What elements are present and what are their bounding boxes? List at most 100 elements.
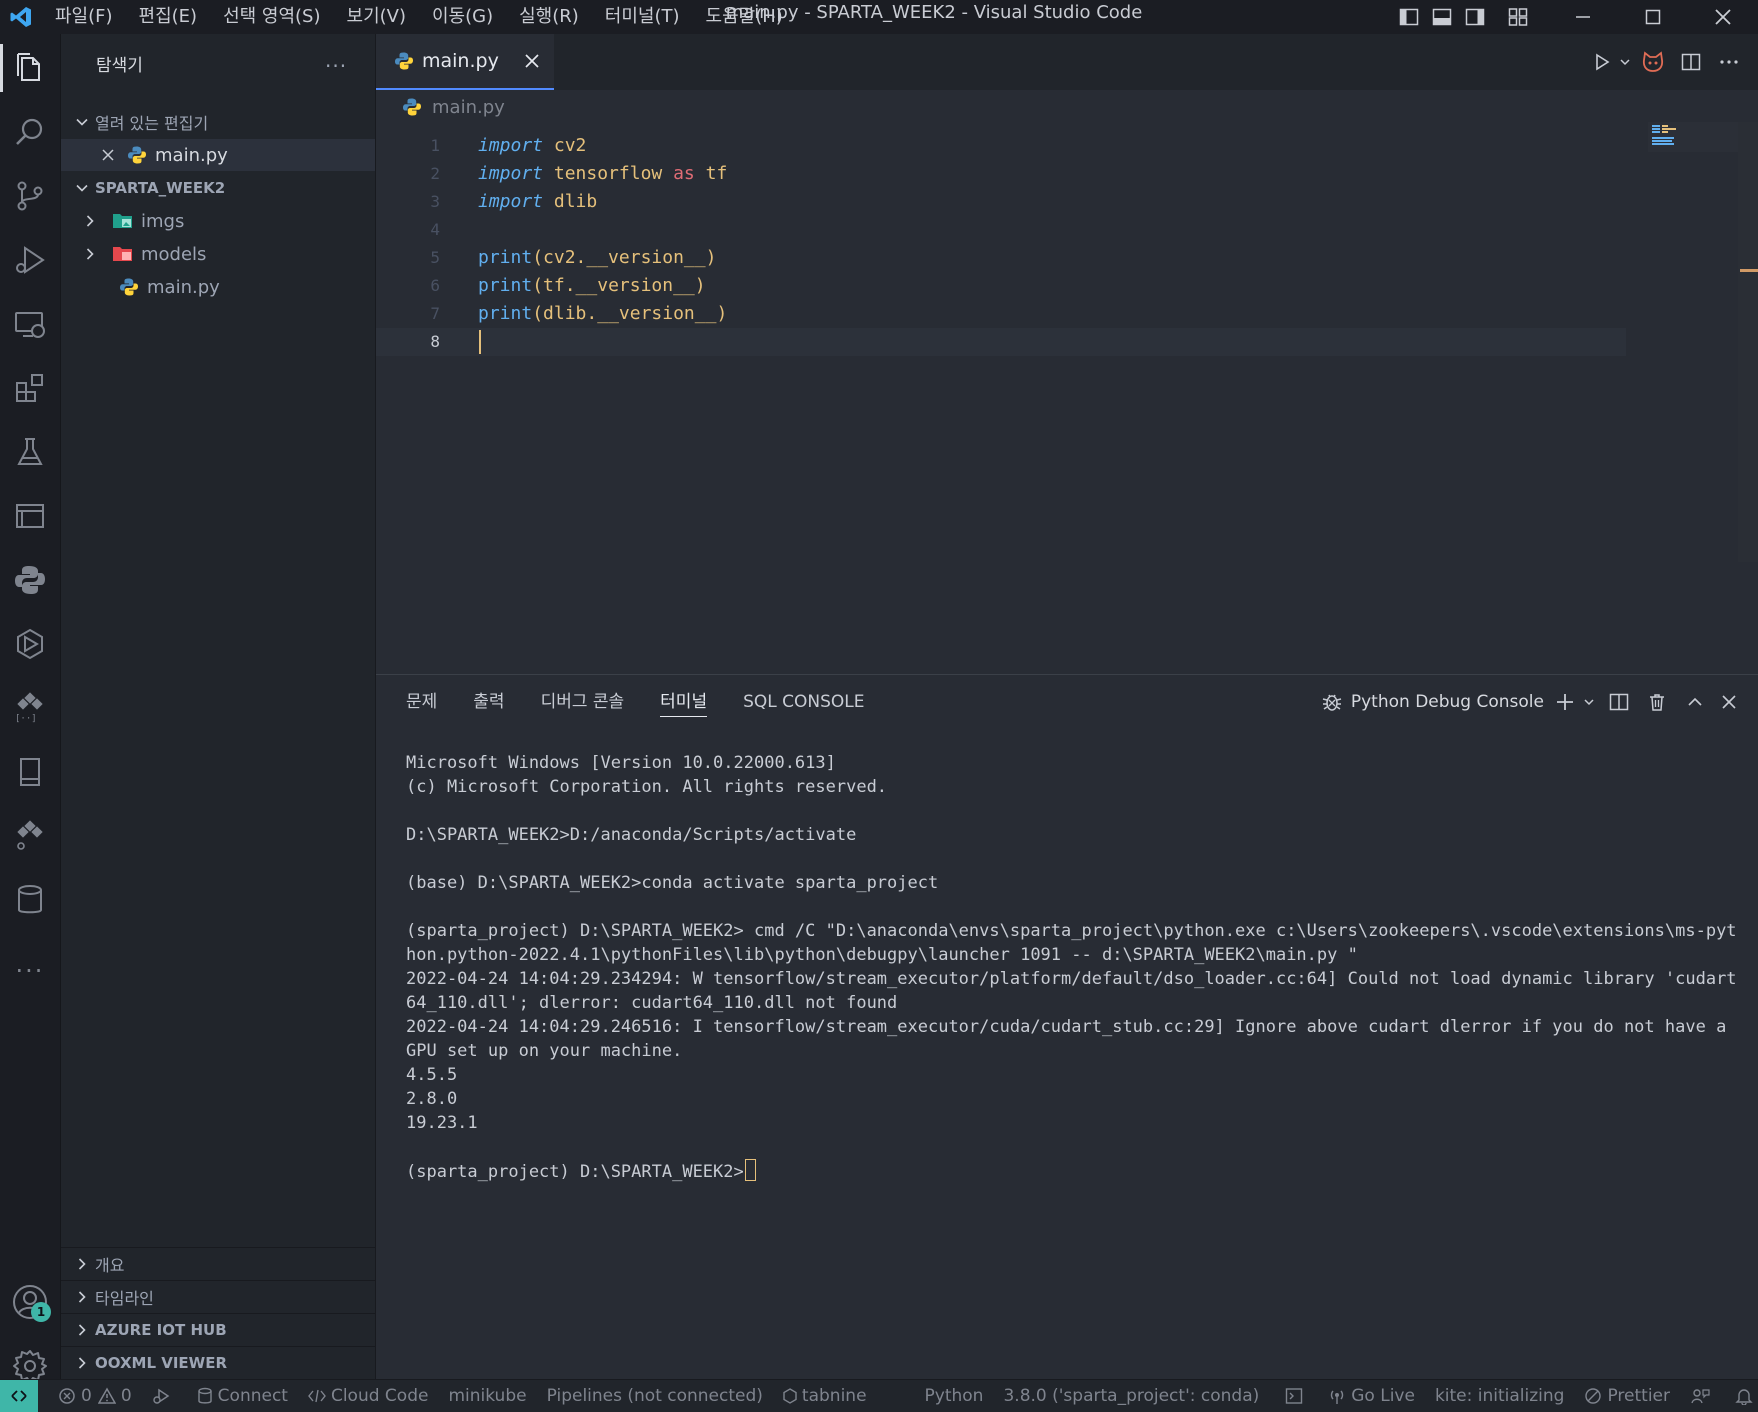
terminal-selector[interactable]: Python Debug Console xyxy=(1321,691,1544,713)
interpreter-label: 3.8.0 ('sparta_project': conda) xyxy=(1003,1386,1260,1406)
tab-problems[interactable]: 문제 xyxy=(406,675,437,729)
split-editor-icon[interactable] xyxy=(1672,34,1710,90)
menu-view[interactable]: 보기(V) xyxy=(334,0,419,34)
tree-item-models[interactable]: models xyxy=(61,238,375,270)
maximize-panel-chevron-up-icon[interactable] xyxy=(1676,675,1714,729)
panel-icon[interactable] xyxy=(0,484,60,548)
tree-item-main-py[interactable]: main.py xyxy=(61,271,375,303)
menu-file[interactable]: 파일(F) xyxy=(42,0,126,34)
line-number: 1 xyxy=(430,136,440,155)
status-bar: 0 0 Connect Cloud Code minikube Pipeline… xyxy=(0,1379,1758,1412)
ooxml-viewer-section[interactable]: OOXML VIEWER xyxy=(61,1346,375,1379)
book-icon[interactable] xyxy=(0,740,60,804)
pipelines-status[interactable]: Pipelines (not connected) xyxy=(547,1386,763,1406)
code-line: 1 import cv2 xyxy=(376,132,1626,160)
code-line: 2 import tensorflow as tf xyxy=(376,160,1626,188)
database-icon[interactable] xyxy=(0,868,60,932)
cloud-code-status[interactable]: Cloud Code xyxy=(308,1386,428,1406)
toggle-primary-sidebar-icon[interactable] xyxy=(1392,0,1425,34)
run-debug-icon[interactable] xyxy=(0,228,60,292)
tabnine-status[interactable]: tabnine xyxy=(783,1386,867,1406)
tabnine-icon[interactable]: [··] xyxy=(0,676,60,740)
explorer-icon[interactable] xyxy=(0,36,60,100)
minimize-icon[interactable] xyxy=(1548,0,1618,34)
menu-help[interactable]: 도움말(H) xyxy=(693,0,796,34)
close-panel-icon[interactable] xyxy=(1714,675,1744,729)
python-file-icon xyxy=(402,97,422,117)
maximize-icon[interactable] xyxy=(1618,0,1688,34)
warning-icon xyxy=(97,1387,116,1404)
python-file-icon xyxy=(125,143,149,167)
more-icon[interactable]: ... xyxy=(0,932,60,996)
terminal-output[interactable]: Microsoft Windows [Version 10.0.22000.61… xyxy=(406,751,1746,1184)
menu-go[interactable]: 이동(G) xyxy=(419,0,506,34)
tab-debug-console[interactable]: 디버그 콘솔 xyxy=(541,675,625,729)
line-number: 3 xyxy=(430,192,440,211)
extensions-icon[interactable] xyxy=(0,356,60,420)
testing-icon[interactable] xyxy=(0,420,60,484)
menu-selection[interactable]: 선택 영역(S) xyxy=(210,0,333,34)
problems-status[interactable]: 0 0 xyxy=(58,1386,132,1406)
tree-item-imgs[interactable]: imgs xyxy=(61,205,375,237)
interpreter-status[interactable]: 3.8.0 ('sparta_project': conda) xyxy=(1003,1386,1259,1406)
copilot-cat-icon[interactable] xyxy=(1634,34,1672,90)
run-dropdown-chevron-icon[interactable] xyxy=(1616,34,1634,90)
source-control-icon[interactable] xyxy=(0,164,60,228)
new-terminal-plus-icon[interactable] xyxy=(1552,675,1578,729)
open-editors-section[interactable]: 열려 있는 편집기 xyxy=(61,106,375,138)
go-live-status[interactable]: Go Live xyxy=(1328,1386,1415,1406)
timeline-section[interactable]: 타임라인 xyxy=(61,1280,375,1313)
connect-status[interactable]: Connect xyxy=(197,1386,288,1406)
chevron-down-icon xyxy=(69,115,95,129)
go-live-label: Go Live xyxy=(1351,1386,1415,1406)
toggle-secondary-sidebar-icon[interactable] xyxy=(1458,0,1491,34)
outline-section[interactable]: 개요 xyxy=(61,1247,375,1280)
accounts-icon[interactable]: 1 xyxy=(0,1270,60,1334)
split-terminal-icon[interactable] xyxy=(1600,675,1638,729)
sidebar-more-button[interactable]: ... xyxy=(325,48,347,72)
customize-layout-icon[interactable] xyxy=(1501,0,1534,34)
close-editor-icon[interactable] xyxy=(101,148,115,162)
editor-more-icon[interactable] xyxy=(1710,34,1748,90)
terminal-dropdown-chevron-icon[interactable] xyxy=(1578,675,1600,729)
azure-iot-hub-section[interactable]: AZURE IOT HUB xyxy=(61,1313,375,1346)
close-tab-icon[interactable] xyxy=(523,52,541,70)
paren-close: ) xyxy=(716,303,728,324)
terminal-status-icon[interactable] xyxy=(1285,1387,1308,1405)
pipelines-icon[interactable] xyxy=(0,804,60,868)
open-editor-item[interactable]: main.py xyxy=(61,139,375,171)
folder-section-sparta-week2[interactable]: SPARTA_WEEK2 xyxy=(61,172,375,204)
run-python-file-icon[interactable] xyxy=(1588,34,1616,90)
kill-terminal-trash-icon[interactable] xyxy=(1638,675,1676,729)
menu-edit[interactable]: 편집(E) xyxy=(126,0,211,34)
kubernetes-icon[interactable] xyxy=(0,612,60,676)
notifications-bell-icon[interactable] xyxy=(1735,1387,1758,1405)
breadcrumb[interactable]: main.py xyxy=(402,92,505,122)
minikube-status[interactable]: minikube xyxy=(448,1386,526,1406)
tab-output[interactable]: 출력 xyxy=(473,675,504,729)
toggle-panel-icon[interactable] xyxy=(1425,0,1458,34)
svg-text:[··]: [··] xyxy=(15,714,37,724)
tab-sql-console[interactable]: SQL CONSOLE xyxy=(743,675,864,729)
python-icon[interactable] xyxy=(0,548,60,612)
tab-label: main.py xyxy=(422,50,499,72)
editor-scrollbar[interactable] xyxy=(1738,122,1758,562)
minimap[interactable] xyxy=(1648,122,1748,522)
menu-run[interactable]: 실행(R) xyxy=(506,0,592,34)
remote-indicator-icon[interactable] xyxy=(0,1380,39,1412)
close-window-icon[interactable] xyxy=(1688,0,1758,34)
search-icon[interactable] xyxy=(0,100,60,164)
language-mode[interactable]: Python xyxy=(925,1386,984,1406)
kite-status[interactable]: kite: initializing xyxy=(1435,1386,1565,1406)
tab-main-py[interactable]: main.py xyxy=(376,34,554,90)
feedback-icon[interactable] xyxy=(1690,1387,1715,1405)
menu-terminal[interactable]: 터미널(T) xyxy=(592,0,693,34)
debug-status-icon[interactable] xyxy=(152,1387,177,1405)
minikube-label: minikube xyxy=(448,1386,527,1406)
prettier-status[interactable]: Prettier xyxy=(1584,1386,1670,1406)
module-name: tensorflow xyxy=(553,163,663,184)
remote-explorer-icon[interactable] xyxy=(0,292,60,356)
tab-terminal[interactable]: 터미널 xyxy=(660,675,707,729)
